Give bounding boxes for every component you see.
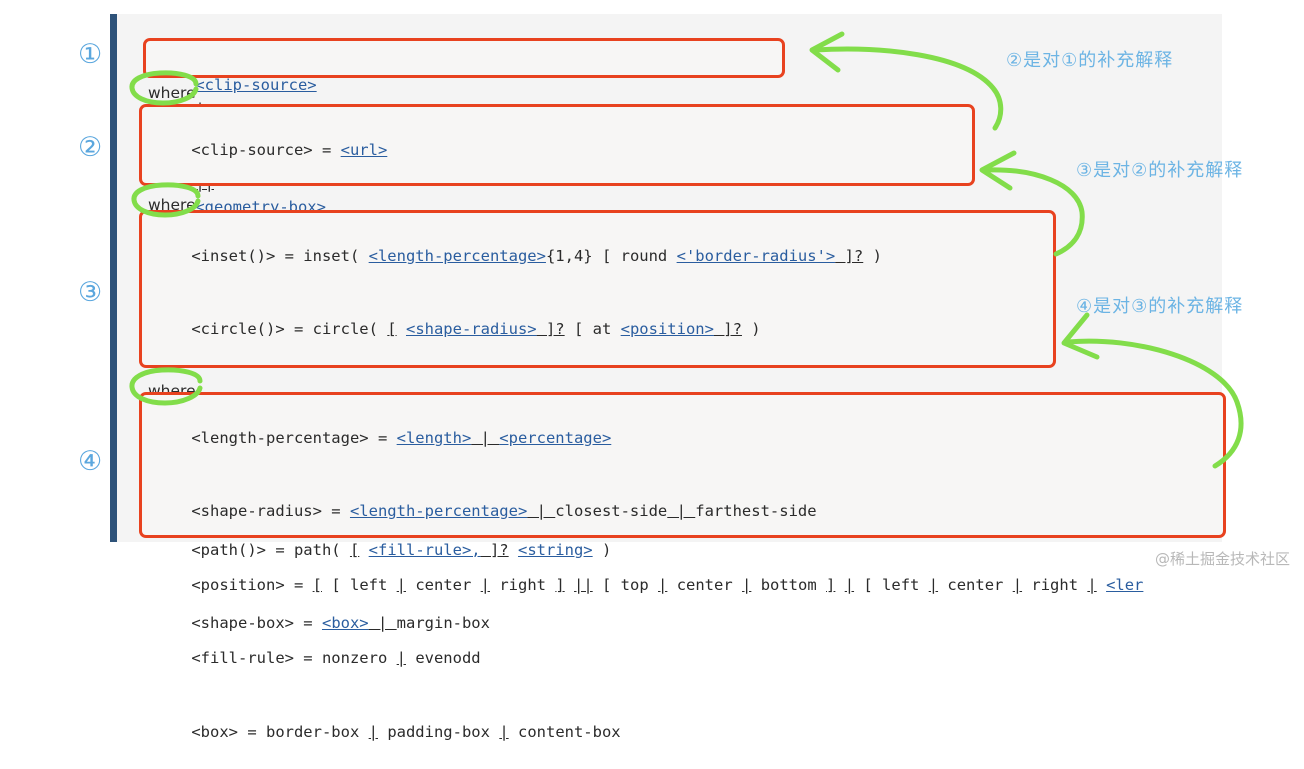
annotation-text-3: ④是对③的补充解释 [1076,296,1244,317]
alt-bar: | [1087,575,1097,594]
term-fill-rule: <fill-rule> = nonzero [191,649,397,667]
watermark: @稀土掘金技术社区 [1154,550,1290,568]
keyword-content-box: content-box [508,722,621,741]
link-length-percentage-truncated[interactable]: <ler [1106,576,1143,594]
syntax-line: <circle()> = circle( [ <shape-radius> ]?… [154,293,1041,367]
seg: [ left [854,575,929,594]
link-length-percentage[interactable]: <length-percentage> [369,247,546,265]
seg: [ top [592,575,659,594]
bracket-open: [ [312,575,322,594]
step-marker-1: ① [78,39,103,70]
syntax-line: <shape-radius> = <length-percentage> | c… [154,475,1211,549]
term-shape-radius: <shape-radius> = [191,502,350,520]
seg: bottom [751,575,827,594]
seg: center [667,575,743,594]
link-position[interactable]: <position> [621,320,714,338]
alt-bar: | [667,502,696,520]
alt-bar: | [368,722,378,741]
keyword-closest-side: closest-side [555,502,668,520]
alt-bar: | [527,502,556,520]
panel-accent-bar [110,14,117,542]
link-length[interactable]: <length> [397,429,472,447]
alt-bar: | [499,722,509,741]
syntax-line: <length-percentage> = <length> | <percen… [154,401,1211,475]
seg: [ left [322,575,397,594]
alt-bar: | [844,575,855,594]
syntax-line: <box> = border-box | padding-box | conte… [154,695,1211,769]
alt-bar: | [480,575,490,594]
syntax-line: <inset()> = inset( <length-percentage>{1… [154,219,1041,293]
keyword-farthest-side: farthest-side [695,502,817,520]
syntax-box-clip-path: <clip-source> | [ <basic-shape> || <geom… [143,38,785,290]
bracket-close: ] [555,575,565,594]
link-percentage[interactable]: <percentage> [499,429,611,447]
step-marker-3: ③ [78,277,103,308]
bracket-open: [ [387,320,397,338]
syntax-line: <fill-rule> = nonzero | evenodd [154,622,1211,696]
sp [565,576,574,594]
syntax-box-level2: <clip-source> = <url> <basic-shape> = <i… [139,104,975,306]
seg: center [938,575,1013,594]
step-marker-4: ④ [78,446,103,477]
keyword-padding-box: padding-box [377,722,500,741]
sp [1097,576,1106,594]
link-length-percentage[interactable]: <length-percentage> [350,502,527,520]
seg: right [1022,575,1088,594]
alt-bar: | [658,575,668,594]
link-border-radius[interactable]: <'border-radius'> [677,247,836,265]
syntax-box-level3: <inset()> = inset( <length-percentage>{1… [139,210,1056,632]
term-circle: <circle()> = circle( [191,320,388,338]
term-position: <position> = [191,575,313,594]
seg: center [406,575,481,594]
term-clip-source: <clip-source> = [191,140,341,159]
annotation-text-1: ②是对①的补充解释 [1006,50,1174,71]
syntax-line: <position> = [ [ left | center | right ]… [154,548,1211,622]
optional-marker: ]? [713,320,742,338]
alt-bar: | [396,575,406,594]
paren-close: ) [863,246,882,265]
term-length-percentage: <length-percentage> = [191,428,397,447]
alt-bar: | [928,575,939,594]
term-inset: <inset()> = inset( [191,246,369,265]
bracket-close: ] [826,575,836,594]
syntax-line: <clip-source> = <url> [154,113,960,187]
alt-bar: | [396,649,406,667]
mid: [ at [564,320,621,338]
alt-bar-double: || [574,575,593,594]
term-box: <box> = border-box [191,722,369,741]
multiplier: {1,4} [ round [545,246,677,265]
alt-bar: | [471,428,500,447]
where-label-1: where [148,84,196,102]
link-clip-source[interactable]: <clip-source> [195,76,316,94]
optional-marker: ]? [835,246,864,265]
sp [835,576,844,594]
syntax-box-level4: <length-percentage> = <length> | <percen… [139,392,1226,741]
keyword-evenodd: evenodd [405,649,481,667]
step-marker-2: ② [78,132,103,163]
sp [397,320,406,338]
alt-bar: | [742,575,752,594]
seg: right [490,575,556,594]
annotation-text-2: ③是对②的补充解释 [1076,160,1244,181]
optional-marker: ]? [536,320,565,338]
link-url[interactable]: <url> [341,141,388,159]
link-shape-radius[interactable]: <shape-radius> [406,320,537,338]
alt-bar: | [1012,575,1023,594]
paren-close: ) [741,320,761,338]
